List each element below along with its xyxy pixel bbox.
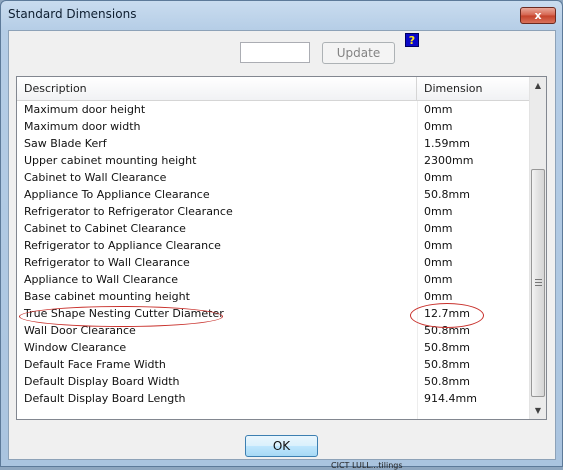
ok-button[interactable]: OK (245, 435, 318, 457)
row-description: Default Display Board Length (24, 392, 186, 405)
row-dimension[interactable]: 50.8mm (424, 322, 470, 339)
table-row[interactable]: Window Clearance 50.8mm (17, 339, 529, 356)
table-row[interactable]: Cabinet to Cabinet Clearance 0mm (17, 220, 529, 237)
row-dimension[interactable]: 12.7mm (424, 305, 470, 322)
table-row[interactable]: Upper cabinet mounting height 2300mm (17, 152, 529, 169)
table-row[interactable]: Wall Door Clearance 50.8mm (17, 322, 529, 339)
row-dimension[interactable]: 0mm (424, 271, 452, 288)
scroll-down-arrow-icon[interactable]: ▼ (530, 402, 546, 419)
update-button[interactable]: Update (322, 42, 395, 64)
row-description: Upper cabinet mounting height (24, 154, 197, 167)
row-dimension[interactable]: 1.59mm (424, 135, 470, 152)
standard-dimensions-dialog: Standard Dimensions x Update ? Descripti… (0, 0, 563, 470)
scrollbar-grip-icon (535, 279, 542, 286)
row-dimension[interactable]: 0mm (424, 254, 452, 271)
table-row[interactable]: Cabinet to Wall Clearance 0mm (17, 169, 529, 186)
row-dimension[interactable]: 0mm (424, 237, 452, 254)
row-description: Wall Door Clearance (24, 324, 136, 337)
scroll-up-arrow-icon[interactable]: ▲ (530, 77, 546, 94)
row-description: Default Display Board Width (24, 375, 180, 388)
row-dimension[interactable]: 0mm (424, 220, 452, 237)
row-description: Refrigerator to Refrigerator Clearance (24, 205, 233, 218)
table-row[interactable]: Default Display Board Width 50.8mm (17, 373, 529, 390)
row-dimension[interactable]: 0mm (424, 169, 452, 186)
row-description: Base cabinet mounting height (24, 290, 190, 303)
table-row[interactable]: Refrigerator to Refrigerator Clearance 0m… (17, 203, 529, 220)
row-dimension[interactable]: 914.4mm (424, 390, 477, 407)
table-row[interactable]: Saw Blade Kerf 1.59mm (17, 135, 529, 152)
dialog-content: Update ? Description Dimension Maximum d… (8, 30, 556, 460)
grid-rows: Maximum door height 0mm Maximum door width… (17, 101, 529, 407)
table-row[interactable]: Appliance to Wall Clearance 0mm (17, 271, 529, 288)
table-row[interactable]: Refrigerator to Wall Clearance 0mm (17, 254, 529, 271)
dimensions-grid[interactable]: Description Dimension Maximum door heigh… (16, 76, 547, 420)
row-dimension[interactable]: 50.8mm (424, 373, 470, 390)
row-description: Cabinet to Wall Clearance (24, 171, 167, 184)
row-description: Cabinet to Cabinet Clearance (24, 222, 186, 235)
row-description: Refrigerator to Wall Clearance (24, 256, 190, 269)
help-icon[interactable]: ? (405, 33, 419, 47)
row-description: Maximum door width (24, 120, 141, 133)
row-dimension[interactable]: 0mm (424, 203, 452, 220)
close-button[interactable]: x (520, 7, 556, 24)
table-row[interactable]: True Shape Nesting Cutter Diameter 12.7mm (17, 305, 529, 322)
row-description: Saw Blade Kerf (24, 137, 107, 150)
table-row[interactable]: Default Face Frame Width 50.8mm (17, 356, 529, 373)
table-row[interactable]: Maximum door height 0mm (17, 101, 529, 118)
table-row[interactable]: Default Display Board Length 914.4mm (17, 390, 529, 407)
scrollbar-thumb[interactable] (531, 169, 545, 397)
background-window-text: CICT LULL...tilings (331, 461, 403, 470)
table-row[interactable]: Maximum door width 0mm (17, 118, 529, 135)
row-dimension[interactable]: 0mm (424, 101, 452, 118)
row-description: Refrigerator to Appliance Clearance (24, 239, 221, 252)
row-dimension[interactable]: 0mm (424, 118, 452, 135)
row-dimension[interactable]: 50.8mm (424, 356, 470, 373)
dimension-value-input[interactable] (240, 42, 310, 63)
table-row[interactable]: Base cabinet mounting height 0mm (17, 288, 529, 305)
column-header-description[interactable]: Description (17, 77, 417, 101)
row-description: Default Face Frame Width (24, 358, 166, 371)
vertical-scrollbar[interactable]: ▲ ▼ (529, 77, 546, 419)
row-description: Window Clearance (24, 341, 127, 354)
table-row[interactable]: Appliance To Appliance Clearance 50.8mm (17, 186, 529, 203)
row-dimension[interactable]: 2300mm (424, 152, 473, 169)
row-description: Maximum door height (24, 103, 146, 116)
title-bar[interactable]: Standard Dimensions x (1, 1, 562, 29)
dialog-title: Standard Dimensions (8, 7, 137, 21)
row-dimension[interactable]: 0mm (424, 288, 452, 305)
row-description: True Shape Nesting Cutter Diameter (24, 307, 224, 320)
grid-header: Description Dimension (17, 77, 529, 101)
row-dimension[interactable]: 50.8mm (424, 339, 470, 356)
table-row[interactable]: Refrigerator to Appliance Clearance 0mm (17, 237, 529, 254)
row-description: Appliance to Wall Clearance (24, 273, 178, 286)
column-header-dimension[interactable]: Dimension (417, 77, 529, 101)
row-dimension[interactable]: 50.8mm (424, 186, 470, 203)
row-description: Appliance To Appliance Clearance (24, 188, 210, 201)
